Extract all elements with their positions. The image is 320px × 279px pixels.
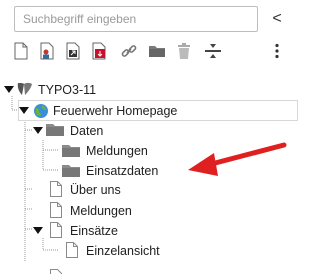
- tree-row-einzelansicht[interactable]: Einzelansicht: [0, 241, 299, 261]
- tree-row-ueber-uns[interactable]: Über uns: [0, 180, 299, 200]
- tree-label-einsaetze: Einsätze: [70, 224, 118, 238]
- page-icon: [50, 222, 62, 243]
- page-icon: [66, 242, 78, 263]
- tree-row-meldungen[interactable]: Meldungen: [0, 201, 299, 221]
- typo3-logo-icon: [16, 81, 34, 102]
- tree-row-daten-meldungen[interactable]: Meldungen: [0, 141, 299, 161]
- tree-label-meldungen: Meldungen: [70, 204, 132, 218]
- tree-row-daten[interactable]: Daten: [0, 121, 299, 141]
- collapse-toggle-icon[interactable]: [33, 127, 43, 134]
- tree-label-einzelansicht: Einzelansicht: [86, 244, 160, 258]
- tree-label-daten-meldungen: Meldungen: [86, 144, 148, 158]
- page-icon: [50, 261, 62, 279]
- page-icon: [50, 181, 62, 202]
- tree-label-daten: Daten: [70, 124, 104, 138]
- tree-row-einsaetze[interactable]: Einsätze: [0, 221, 299, 241]
- collapse-toggle-icon[interactable]: [33, 227, 43, 234]
- page-icon: [50, 202, 62, 223]
- folder-icon: [46, 123, 64, 142]
- collapse-toggle-icon[interactable]: [19, 107, 29, 114]
- collapse-toggle-icon[interactable]: [4, 86, 14, 93]
- tree-row-einsatzdaten[interactable]: Einsatzdaten: [0, 161, 299, 181]
- tree-row-site[interactable]: Feuerwehr Homepage: [0, 101, 299, 121]
- tree-label-site: Feuerwehr Homepage: [53, 104, 178, 118]
- tree-row-root[interactable]: TYPO3-11: [0, 80, 299, 100]
- tree-label-einsatzdaten: Einsatzdaten: [86, 164, 159, 178]
- tree-label-ueber-uns: Über uns: [70, 183, 121, 197]
- tree-label-root: TYPO3-11: [38, 83, 97, 97]
